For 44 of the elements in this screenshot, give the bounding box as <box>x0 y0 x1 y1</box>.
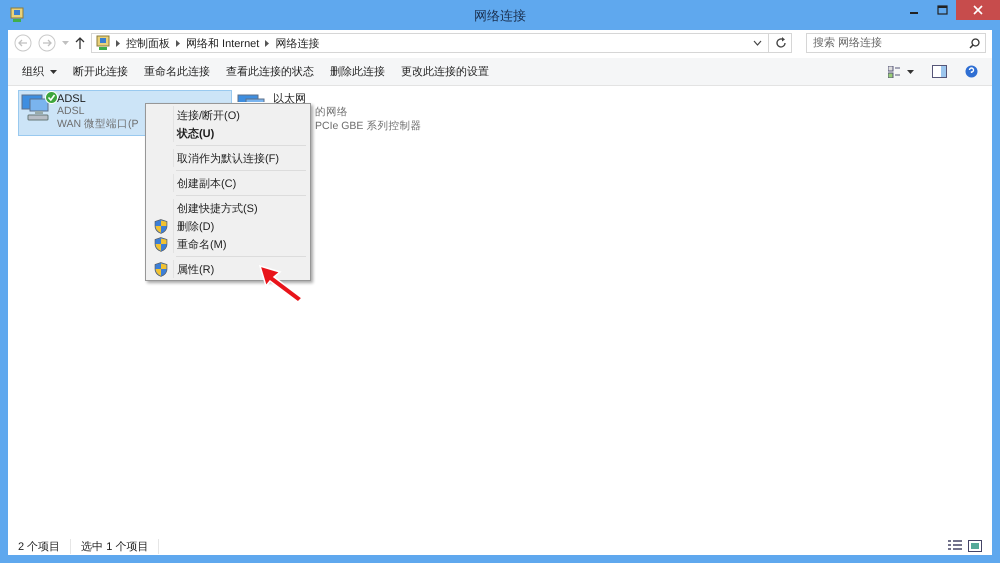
refresh-icon[interactable] <box>775 37 787 49</box>
menu-item[interactable]: 删除(D) <box>148 217 308 235</box>
connection-detail: WAN 微型端口(P <box>57 117 139 131</box>
menu-item[interactable]: 创建副本(C) <box>148 174 308 192</box>
view-options-icon[interactable] <box>888 66 914 78</box>
toolbar-button[interactable]: 删除此连接 <box>322 60 393 84</box>
chevron-icon <box>116 40 120 46</box>
large-icons-view-icon[interactable] <box>968 540 982 552</box>
dropdown-icon[interactable] <box>753 40 762 46</box>
breadcrumb[interactable]: 网络连接 <box>275 36 320 50</box>
search-icon <box>969 38 980 49</box>
toolbar-button[interactable]: 断开此连接 <box>65 60 136 84</box>
maximize-icon <box>936 5 948 15</box>
preview-pane-icon[interactable] <box>932 65 947 78</box>
close-icon <box>973 5 983 15</box>
details-view-icon[interactable] <box>948 540 962 552</box>
menu-item[interactable]: 创建快捷方式(S) <box>148 199 308 217</box>
toolbar-button[interactable]: 更改此连接的设置 <box>393 60 497 84</box>
close-button[interactable] <box>956 0 1000 20</box>
chevron-icon <box>176 40 180 46</box>
breadcrumb[interactable]: 网络和 Internet <box>186 36 260 50</box>
network-folder-icon <box>96 35 110 51</box>
chevron-icon <box>265 40 270 46</box>
caret-icon <box>50 70 57 74</box>
minimize-icon <box>910 12 918 14</box>
window-title: 网络连接 <box>473 7 527 25</box>
menu-item[interactable]: 重命名(M) <box>148 235 308 253</box>
status-text: 2 个项目 <box>18 538 72 554</box>
toolbar-button[interactable]: 重命名此连接 <box>136 60 218 84</box>
network-folder-icon <box>10 7 24 23</box>
search-field[interactable]: 搜索 网络连接 <box>806 33 986 53</box>
help-icon[interactable] <box>965 65 978 78</box>
up-icon[interactable] <box>75 37 85 49</box>
toolbar-button[interactable]: 组织 <box>14 60 65 84</box>
menu-item[interactable]: 取消作为默认连接(F) <box>148 149 308 167</box>
status-text: 选中 1 个项目 <box>81 538 160 554</box>
address-bar[interactable]: 控制面板 网络和 Internet 网络连接 <box>91 33 792 53</box>
breadcrumb[interactable]: 控制面板 <box>126 36 170 50</box>
toolbar-button[interactable]: 查看此连接的状态 <box>218 60 322 84</box>
connection-detail: ADSL <box>57 105 86 117</box>
connection-name: ADSL <box>57 93 87 105</box>
connection-detail: 的网络 <box>314 105 349 119</box>
connection-name: 以太网 <box>273 93 307 105</box>
connection-detail: PCIe GBE 系列控制器 <box>314 119 422 133</box>
